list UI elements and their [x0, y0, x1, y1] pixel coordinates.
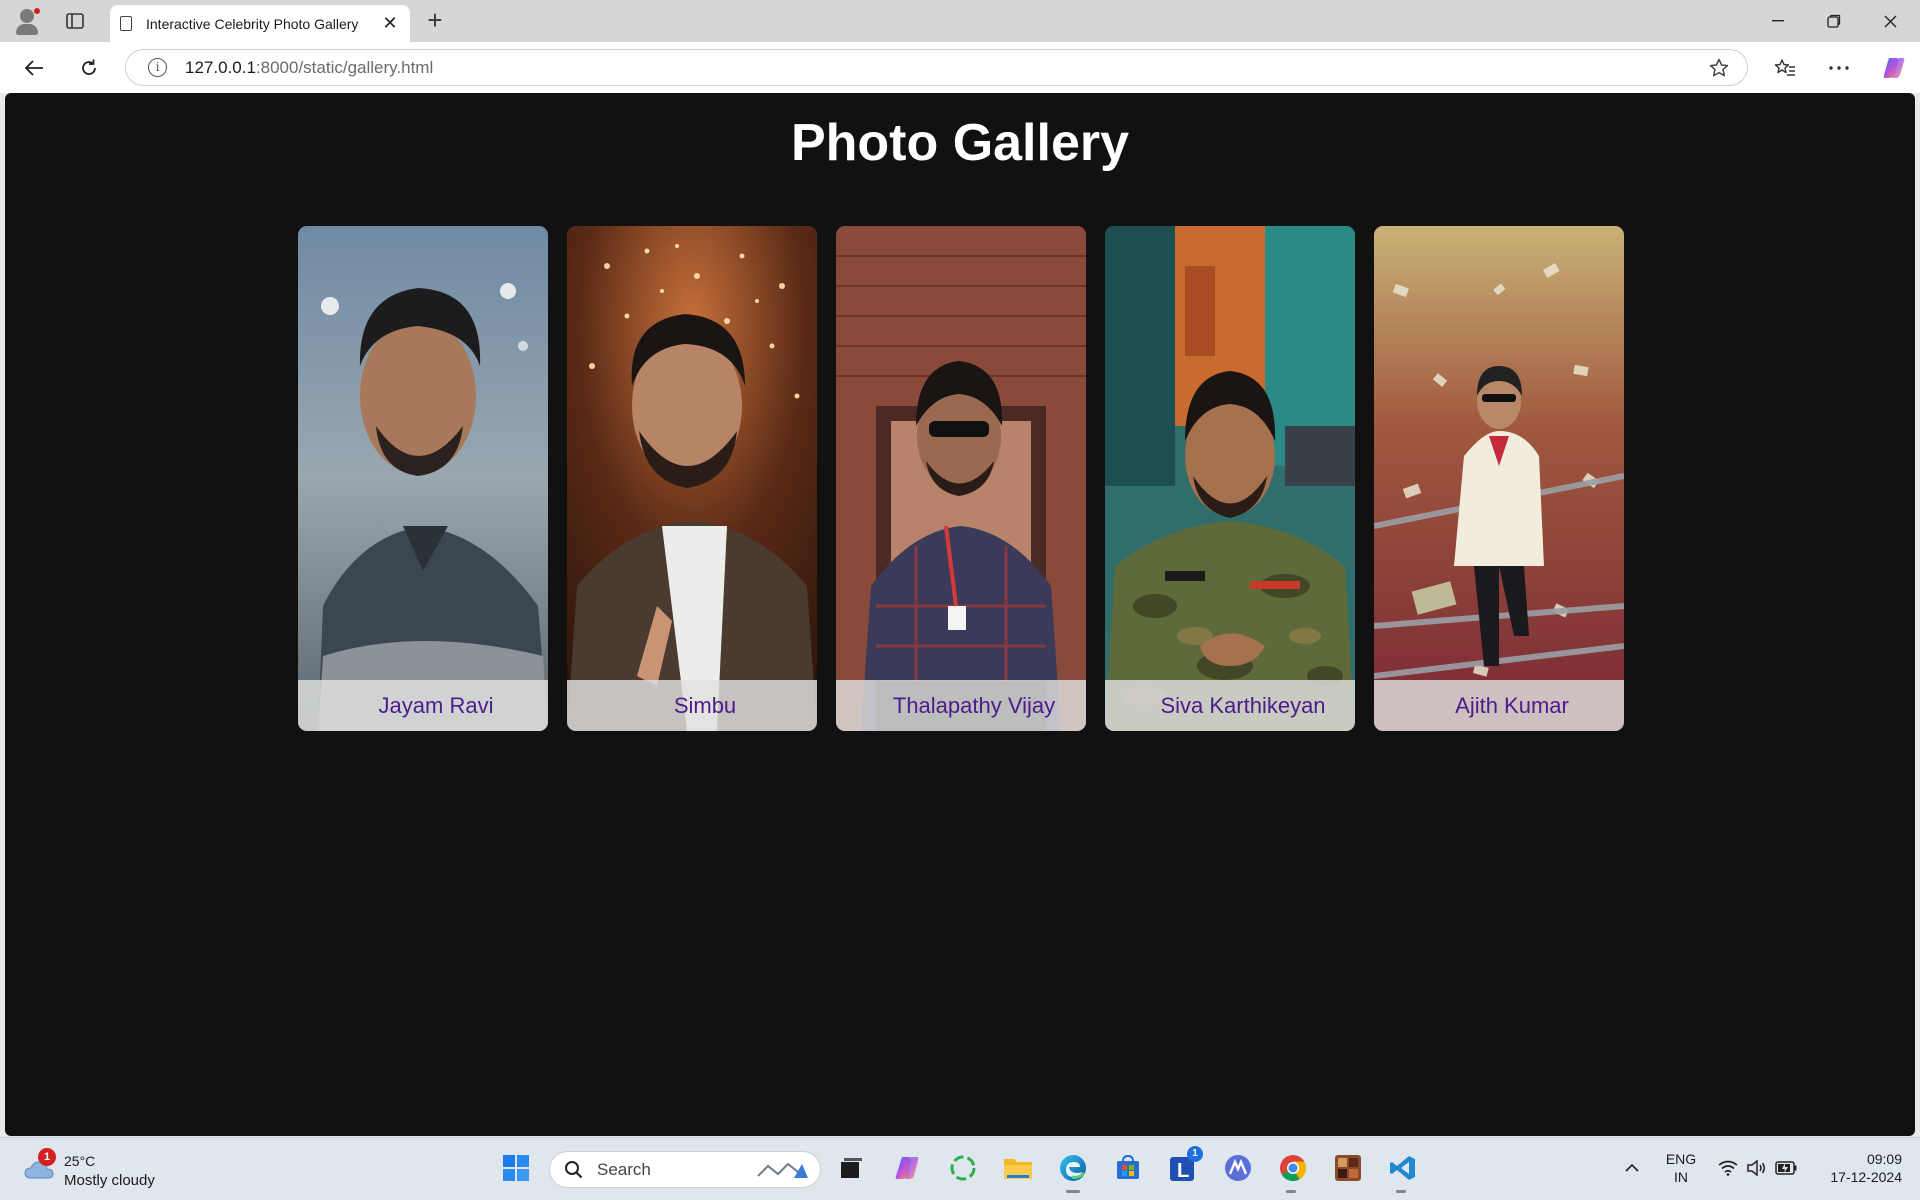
chrome-icon[interactable] [1273, 1148, 1313, 1188]
celebrity-name: Simbu [567, 680, 817, 731]
weather-condition: Mostly cloudy [64, 1172, 155, 1189]
tab-close-icon[interactable]: ✕ [380, 13, 400, 34]
gallery-card-simbu[interactable]: Simbu [567, 226, 817, 731]
chrome-active-indicator [1286, 1190, 1296, 1193]
celebrity-photo [836, 226, 1086, 731]
clock-time: 09:09 [1866, 1151, 1902, 1167]
celebrity-photo [567, 226, 817, 731]
search-icon [565, 1161, 583, 1179]
vpn-app-icon[interactable] [1218, 1148, 1258, 1188]
celebrity-name: Jayam Ravi [298, 680, 548, 731]
celebrity-name: Siva Karthikeyan [1105, 680, 1355, 731]
new-tab-button[interactable]: + [420, 6, 450, 36]
more-options-icon[interactable] [1821, 50, 1857, 86]
search-highlight-icon [757, 1162, 808, 1178]
page-title: Photo Gallery [790, 114, 1130, 172]
notification-dot [33, 7, 41, 15]
weather-alert-badge: 1 [38, 1148, 56, 1166]
copilot-app-icon[interactable] [887, 1148, 927, 1188]
clock-date: 17-12-2024 [1830, 1169, 1902, 1185]
address-toolbar: i 127.0.0.1:8000/static/gallery.html [0, 42, 1920, 93]
favorites-icon[interactable] [1767, 50, 1803, 86]
back-button[interactable] [16, 50, 52, 86]
celebrity-photo [298, 226, 548, 731]
tab-title: Interactive Celebrity Photo Gallery [146, 15, 359, 32]
gallery-card-jayam-ravi[interactable]: Jayam Ravi [298, 226, 548, 731]
gallery-card-ajith-kumar[interactable]: Ajith Kumar [1374, 226, 1624, 731]
vscode-icon[interactable] [1383, 1148, 1423, 1188]
minimize-button[interactable] [1750, 0, 1806, 42]
restore-button[interactable] [1806, 0, 1862, 42]
battery-icon[interactable] [1766, 1148, 1806, 1188]
weather-temperature: 25°C [64, 1153, 96, 1169]
copilot-icon[interactable] [1876, 50, 1912, 86]
search-placeholder: Search [597, 1159, 651, 1179]
lens-app-icon[interactable]: L 1 [1163, 1146, 1203, 1188]
edge-active-indicator [1066, 1190, 1080, 1193]
show-hidden-icons-chevron[interactable] [1612, 1148, 1652, 1188]
tab-actions-icon[interactable] [57, 5, 93, 37]
profile-icon[interactable] [11, 5, 43, 37]
celebrity-photo [1105, 226, 1355, 731]
close-window-button[interactable] [1862, 0, 1918, 42]
clock[interactable]: 09:09 17-12-2024 [1812, 1151, 1902, 1185]
photo-gallery: Jayam Ravi Simbu Thalapathy Vijay Siva K… [298, 226, 1628, 731]
favorite-star-icon[interactable] [1709, 58, 1729, 83]
celebrity-photo [1374, 226, 1624, 731]
svg-text:L: L [1177, 1160, 1189, 1182]
file-explorer-icon[interactable] [998, 1148, 1038, 1188]
reload-button[interactable] [71, 50, 107, 86]
weather-widget[interactable]: 1 25°C Mostly cloudy [22, 1146, 172, 1192]
celebrity-name: Ajith Kumar [1374, 680, 1624, 731]
loading-ring-icon[interactable] [943, 1148, 983, 1188]
gallery-card-siva-karthikeyan[interactable]: Siva Karthikeyan [1105, 226, 1355, 731]
taskbar-search[interactable]: Search [549, 1151, 821, 1188]
edge-browser-icon[interactable] [1053, 1148, 1093, 1188]
vscode-active-indicator [1396, 1190, 1406, 1193]
celebrity-name: Thalapathy Vijay [836, 680, 1086, 731]
active-tab[interactable]: Interactive Celebrity Photo Gallery ✕ [110, 5, 410, 42]
task-view-icon[interactable] [831, 1148, 871, 1188]
lens-badge: 1 [1187, 1146, 1203, 1162]
windows-taskbar: 1 25°C Mostly cloudy Search L 1 ENG IN 0… [0, 1137, 1920, 1200]
site-info-icon[interactable]: i [148, 58, 167, 77]
language-indicator[interactable]: ENG IN [1656, 1151, 1706, 1185]
address-bar[interactable]: i 127.0.0.1:8000/static/gallery.html [125, 49, 1748, 86]
page-icon [120, 16, 132, 31]
page-viewport: Photo Gallery Jayam Ravi Simbu Thalapath… [5, 93, 1915, 1136]
microsoft-store-icon[interactable] [1108, 1148, 1148, 1188]
url-text: 127.0.0.1:8000/static/gallery.html [185, 57, 434, 77]
photo-app-icon[interactable] [1328, 1148, 1368, 1188]
gallery-card-thalapathy-vijay[interactable]: Thalapathy Vijay [836, 226, 1086, 731]
start-icon[interactable] [496, 1148, 536, 1188]
